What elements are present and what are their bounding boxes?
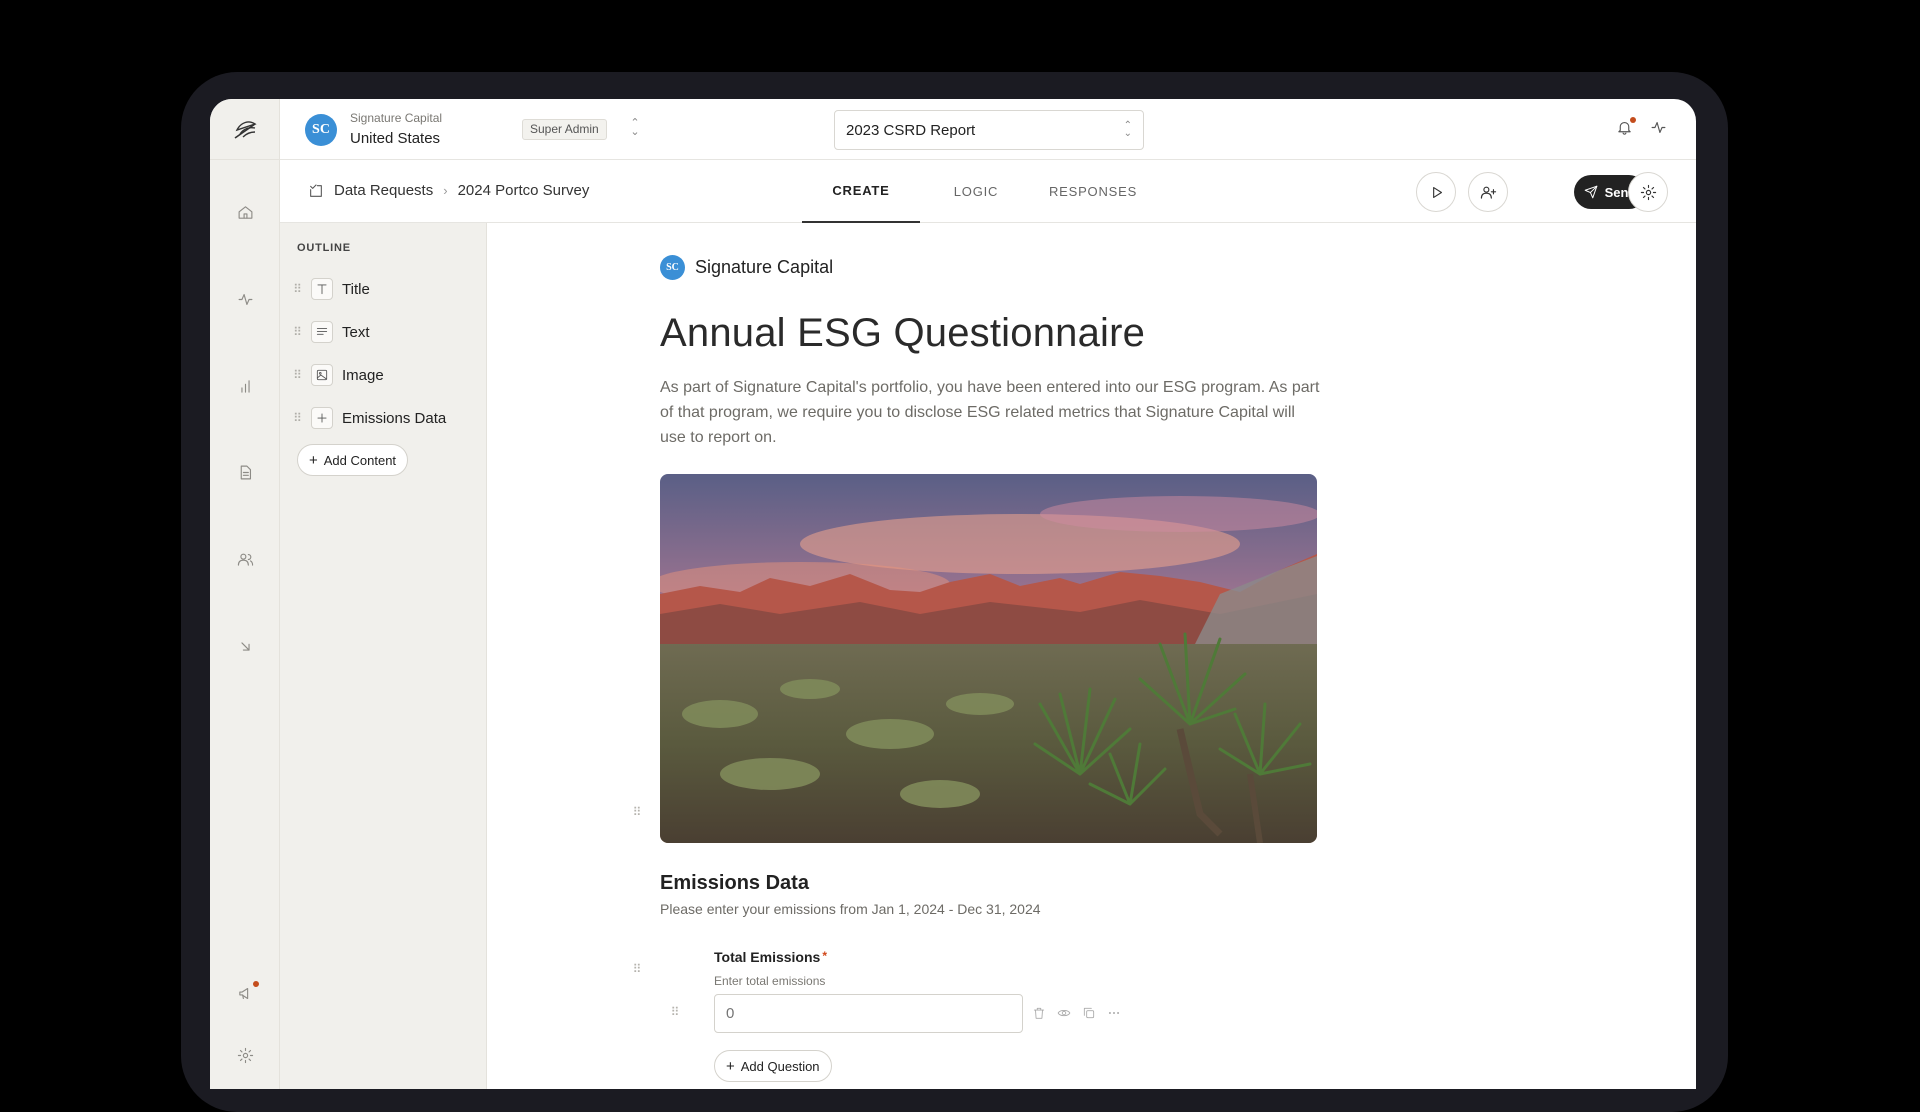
eye-icon[interactable] bbox=[1056, 1005, 1072, 1021]
editor-toolbar: Data Requests › 2024 Portco Survey CREAT… bbox=[280, 160, 1696, 223]
tab-responses[interactable]: RESPONSES bbox=[1036, 160, 1150, 223]
users-icon[interactable] bbox=[233, 547, 257, 571]
tab-logic[interactable]: LOGIC bbox=[936, 160, 1016, 223]
outline-title: OUTLINE bbox=[297, 242, 351, 254]
report-select[interactable]: 2023 CSRD Report ⌃ ⌄ bbox=[834, 110, 1144, 150]
outline-item-label: Title bbox=[342, 280, 370, 298]
section-title[interactable]: Emissions Data bbox=[660, 872, 809, 895]
send-paper-plane-icon bbox=[1584, 185, 1597, 199]
survey-brand: SC Signature Capital bbox=[660, 255, 833, 280]
announcement-badge bbox=[253, 981, 259, 987]
report-select-value: 2023 CSRD Report bbox=[846, 121, 976, 139]
breadcrumb-current: 2024 Portco Survey bbox=[457, 182, 590, 199]
activity-pulse-icon[interactable] bbox=[1650, 119, 1670, 139]
add-content-label: Add Content bbox=[323, 452, 397, 468]
outline-item-label: Emissions Data bbox=[342, 409, 447, 427]
brand-avatar: SC bbox=[660, 255, 685, 280]
outline-panel: OUTLINE ⠿ Title ⠿ Text ⠿ Image ⠿ Emissio… bbox=[280, 223, 487, 1089]
survey-canvas: SC Signature Capital Annual ESG Question… bbox=[487, 223, 1696, 1089]
desert-landscape-image[interactable] bbox=[660, 474, 1317, 843]
drag-handle-icon[interactable]: ⠿ bbox=[292, 283, 302, 295]
plus-icon: + bbox=[309, 451, 318, 469]
gear-icon bbox=[1640, 184, 1656, 200]
add-collaborator-button[interactable] bbox=[1468, 172, 1508, 212]
org-name: Signature Capital bbox=[350, 111, 443, 125]
landscape-illustration bbox=[660, 474, 1317, 843]
chevron-right-icon: › bbox=[443, 183, 448, 198]
total-emissions-input[interactable] bbox=[714, 994, 1023, 1033]
icon-rail bbox=[210, 99, 280, 1089]
section-description[interactable]: Please enter your emissions from Jan 1, … bbox=[660, 901, 1041, 917]
question-label[interactable]: Total Emissions * bbox=[714, 949, 827, 965]
top-bar: SC Signature Capital United States Super… bbox=[280, 99, 1696, 160]
org-country[interactable]: United States bbox=[350, 130, 440, 147]
chevron-updown-icon: ⌃ ⌄ bbox=[1123, 120, 1132, 139]
org-avatar[interactable]: SC bbox=[305, 114, 337, 146]
drag-handle-icon[interactable]: ⠿ bbox=[292, 326, 302, 338]
checklist-icon bbox=[310, 183, 322, 197]
notification-badge bbox=[1630, 117, 1636, 123]
question-hint: Enter total emissions bbox=[714, 974, 826, 988]
bar-chart-icon[interactable] bbox=[233, 374, 257, 398]
outline-item-label: Text bbox=[342, 323, 370, 341]
drag-handle-icon[interactable]: ⠿ bbox=[292, 412, 302, 424]
trash-icon[interactable] bbox=[1031, 1005, 1047, 1021]
preview-button[interactable] bbox=[1416, 172, 1456, 212]
drag-handle-icon[interactable]: ⠿ bbox=[292, 369, 302, 381]
outline-item-label: Image bbox=[342, 366, 384, 384]
activity-icon[interactable] bbox=[233, 287, 257, 311]
document-icon[interactable] bbox=[233, 460, 257, 484]
brand-name: Signature Capital bbox=[695, 257, 834, 277]
outline-item-text[interactable]: ⠿ Text bbox=[292, 317, 370, 347]
role-badge: Super Admin bbox=[522, 119, 607, 140]
breadcrumb: Data Requests › 2024 Portco Survey bbox=[308, 182, 589, 199]
user-plus-icon bbox=[1480, 186, 1496, 199]
org-switcher-chevron-icon[interactable]: ⌃ ⌄ bbox=[628, 118, 642, 139]
question-tools bbox=[1031, 1005, 1122, 1021]
home-icon[interactable] bbox=[233, 200, 257, 224]
text-type-icon bbox=[311, 278, 333, 300]
survey-description[interactable]: As part of Signature Capital's portfolio… bbox=[660, 375, 1320, 450]
image-icon bbox=[311, 364, 333, 386]
tab-create[interactable]: CREATE bbox=[802, 160, 920, 223]
outline-item-image[interactable]: ⠿ Image bbox=[292, 360, 384, 390]
breadcrumb-root[interactable]: Data Requests bbox=[334, 182, 433, 199]
play-icon bbox=[1432, 186, 1442, 198]
plus-icon: + bbox=[726, 1057, 735, 1075]
add-question-button[interactable]: + Add Question bbox=[714, 1050, 832, 1082]
add-question-label: Add Question bbox=[740, 1058, 820, 1074]
drag-handle-icon[interactable]: ⠿ bbox=[632, 963, 642, 975]
app-logo[interactable] bbox=[210, 99, 280, 160]
paragraph-icon bbox=[311, 321, 333, 343]
survey-settings-button[interactable] bbox=[1628, 172, 1668, 212]
settings-gear-icon[interactable] bbox=[233, 1043, 257, 1067]
drag-handle-icon[interactable]: ⠿ bbox=[670, 1006, 680, 1018]
add-content-button[interactable]: + Add Content bbox=[297, 444, 409, 476]
plus-icon bbox=[311, 407, 333, 429]
survey-title[interactable]: Annual ESG Questionnaire bbox=[660, 311, 1145, 356]
arrow-down-right-icon[interactable] bbox=[233, 634, 257, 658]
question-label-text: Total Emissions bbox=[714, 949, 821, 965]
required-asterisk: * bbox=[822, 949, 827, 963]
more-options-icon[interactable] bbox=[1106, 1005, 1122, 1021]
drag-handle-icon[interactable]: ⠿ bbox=[632, 806, 642, 818]
duplicate-icon[interactable] bbox=[1081, 1005, 1097, 1021]
leaf-logo-icon bbox=[234, 121, 257, 139]
outline-item-emissions-data[interactable]: ⠿ Emissions Data bbox=[292, 403, 446, 433]
app-window: SC Signature Capital United States Super… bbox=[210, 99, 1696, 1089]
outline-item-title[interactable]: ⠿ Title bbox=[292, 274, 370, 304]
